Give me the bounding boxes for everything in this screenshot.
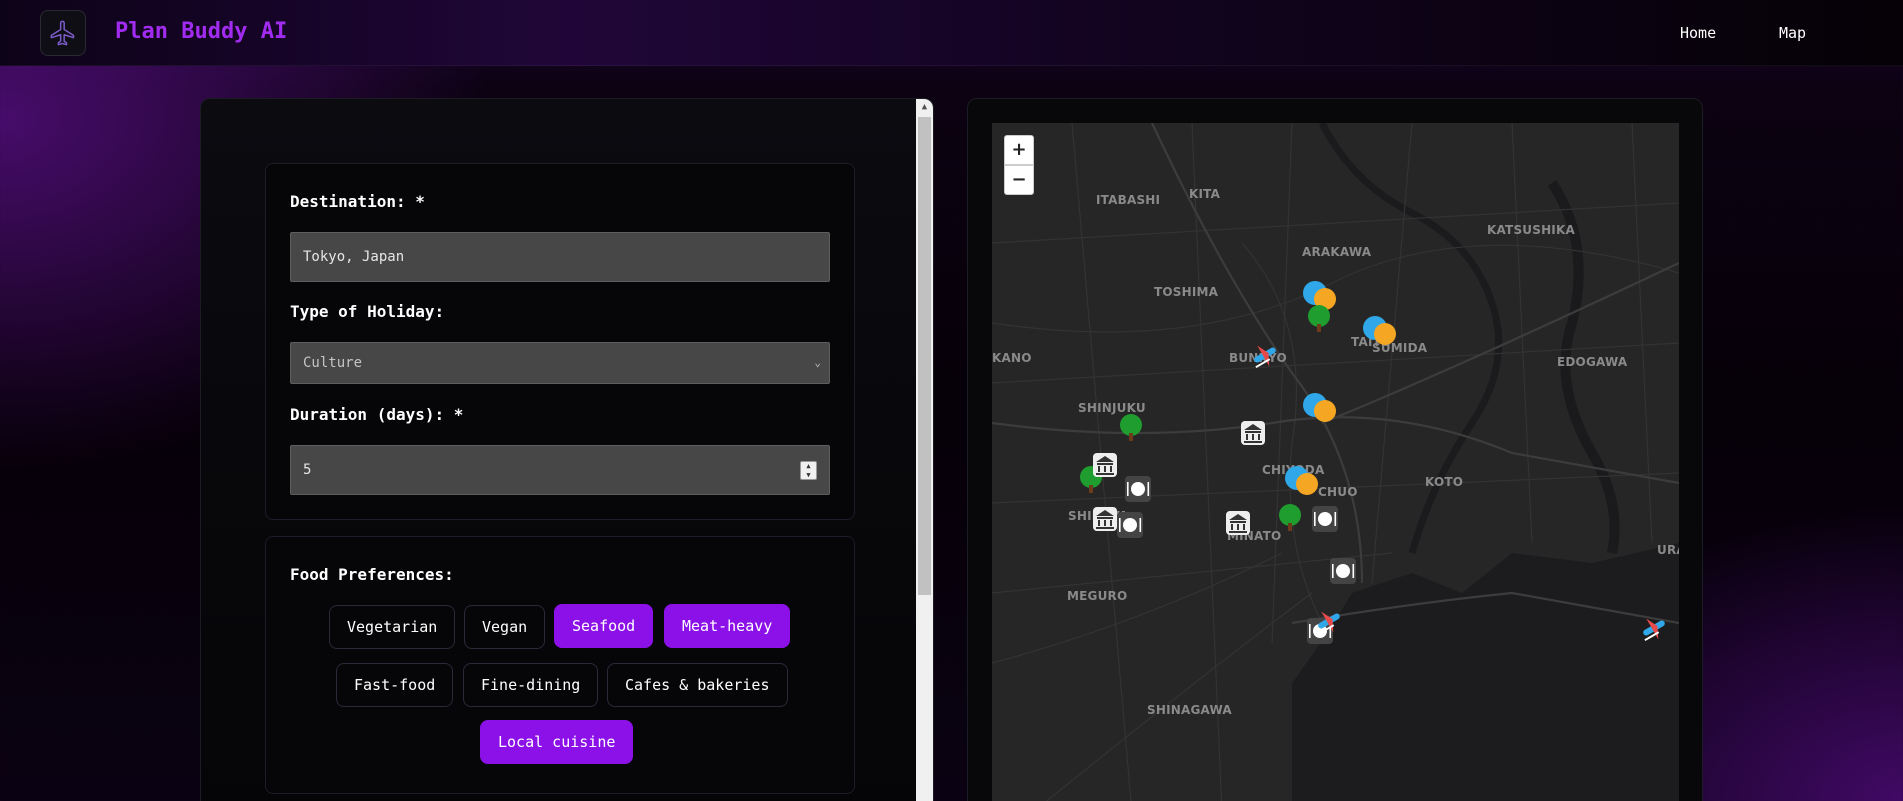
theater-masks-icon	[1363, 316, 1396, 345]
food-chip-vegetarian[interactable]: Vegetarian	[329, 605, 456, 649]
duration-label: Duration (days): *	[290, 405, 464, 424]
tree-icon	[1308, 305, 1330, 332]
food-chip-seafood[interactable]: Seafood	[554, 604, 654, 648]
restaurant-icon	[1117, 512, 1143, 538]
food-chip-meat-heavy[interactable]: Meat-heavy	[664, 604, 791, 648]
plane-icon	[1254, 345, 1276, 369]
destination-label: Destination: *	[290, 192, 425, 211]
destination-input[interactable]: Tokyo, Japan	[290, 232, 830, 282]
theater-masks-icon	[1303, 393, 1336, 422]
map-panel: + − ITABASHI KITA KATSUSHIKA ARAKAWA TOS…	[967, 98, 1703, 801]
restaurant-icon	[1330, 558, 1356, 584]
restaurant-icon	[1125, 476, 1151, 502]
tree-icon	[1279, 504, 1301, 531]
food-chip-local-cuisine[interactable]: Local cuisine	[480, 720, 634, 764]
museum-icon	[1093, 453, 1117, 477]
trip-details-card: Destination: * Tokyo, Japan Type of Holi…	[265, 163, 855, 520]
number-stepper-icon[interactable]: ▲ ▼	[800, 461, 817, 480]
holiday-type-value: Culture	[303, 355, 363, 371]
scrollbar-thumb[interactable]	[918, 117, 931, 595]
app-header: Plan Buddy AI Home Map	[0, 0, 1903, 66]
food-chip-fine-dining[interactable]: Fine-dining	[463, 663, 599, 707]
nav-map-link[interactable]: Map	[1779, 24, 1806, 42]
brand-title[interactable]: Plan Buddy AI	[115, 19, 287, 44]
food-preferences-label: Food Preferences:	[290, 565, 454, 584]
form-scrollbar[interactable]: ▲	[916, 99, 933, 801]
museum-icon	[1093, 507, 1117, 531]
holiday-type-label: Type of Holiday:	[290, 302, 445, 321]
food-chip-cafes-bakeries[interactable]: Cafes & bakeries	[607, 663, 788, 707]
museum-icon	[1241, 421, 1265, 445]
food-chip-vegan[interactable]: Vegan	[464, 605, 546, 649]
duration-input[interactable]: 5 ▲ ▼	[290, 445, 830, 495]
plane-icon	[1643, 618, 1665, 642]
airplane-icon	[50, 20, 75, 46]
logo[interactable]	[40, 10, 86, 56]
trip-form-panel: Destination: * Tokyo, Japan Type of Holi…	[200, 98, 934, 801]
duration-value: 5	[303, 462, 312, 478]
holiday-type-select[interactable]: Culture ⌄	[290, 342, 830, 384]
map-markers	[1080, 281, 1665, 644]
food-preferences-card: Food Preferences: Vegetarian Vegan Seafo…	[265, 536, 855, 794]
food-chip-fast-food[interactable]: Fast-food	[336, 663, 454, 707]
tree-icon	[1120, 414, 1142, 441]
restaurant-icon	[1312, 506, 1338, 532]
theater-masks-icon	[1285, 466, 1318, 495]
scroll-up-icon[interactable]: ▲	[916, 99, 933, 116]
museum-icon	[1226, 511, 1250, 535]
nav-home-link[interactable]: Home	[1680, 24, 1716, 42]
map-view[interactable]: + − ITABASHI KITA KATSUSHIKA ARAKAWA TOS…	[992, 123, 1679, 801]
chevron-down-icon: ⌄	[814, 356, 821, 369]
